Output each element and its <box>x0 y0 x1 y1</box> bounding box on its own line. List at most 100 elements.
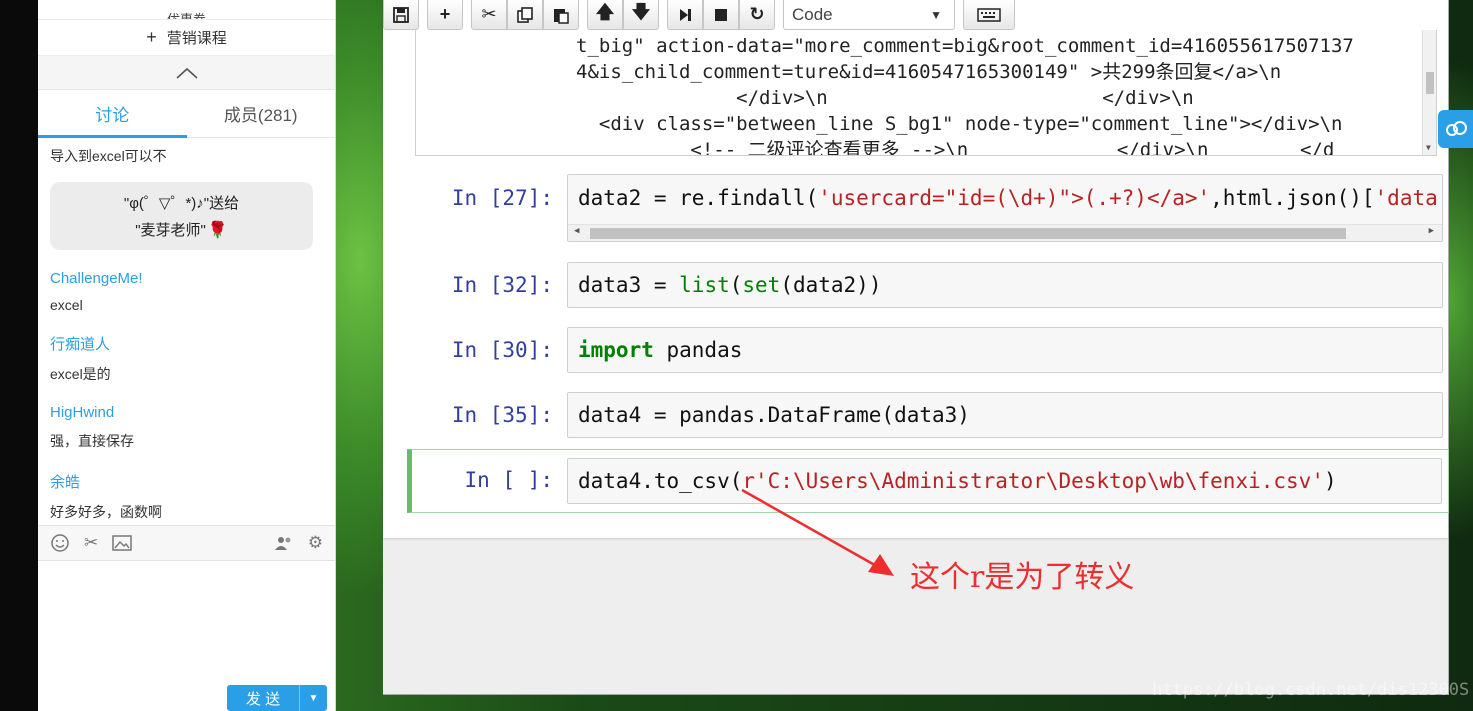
cell-input[interactable]: data3 = list(set(data2)) <box>567 262 1443 308</box>
tab-discussion[interactable]: 讨论 <box>38 90 187 138</box>
code-cell[interactable]: In [32]: data3 = list(set(data2)) <box>407 262 1449 310</box>
cell-prompt: In [27]: <box>451 186 553 210</box>
paste-icon <box>554 8 569 24</box>
move-group: 🡅 🡇 <box>587 0 659 30</box>
code-text: data4.to_csv( <box>578 469 743 493</box>
cut-button[interactable]: ✂ <box>471 0 507 30</box>
chat-input-toolbar: ✂ ⚙ <box>38 525 335 561</box>
send-button[interactable]: 发 送 <box>227 685 299 711</box>
code-text: ,html.json()[ <box>1210 186 1375 210</box>
gift-line-2: "麦芽老师" <box>135 222 206 239</box>
scroll-right-icon[interactable]: ▶ <box>1429 226 1434 236</box>
code-string: 'usercard="id=(\d+)">(.+?)</a>' <box>818 186 1211 210</box>
message-user[interactable]: 余皓 <box>50 471 323 492</box>
output-line: </div>\n </div>\n <box>576 87 1194 109</box>
edit-group: ✂ <box>471 0 579 30</box>
annotation-arrow <box>741 488 894 576</box>
send-options-dropdown[interactable]: ▼ <box>299 685 327 711</box>
scroll-down-icon[interactable]: ▼ <box>1426 143 1431 152</box>
chat-tabs: 讨论 成员(281) <box>38 90 335 138</box>
restart-button[interactable]: ↻ <box>739 0 775 30</box>
cell-input[interactable]: import pandas <box>567 327 1443 373</box>
cell-input[interactable]: data4.to_csv(r'C:\Users\Administrator\De… <box>567 458 1442 504</box>
notebook-toolbar: + ✂ 🡅 🡇 ↻ Code ▼ <box>383 0 1015 30</box>
gift-line-2-wrap: "麦芽老师" 🌹 <box>135 219 228 240</box>
gift-message: "φ(゜▽゜*)♪"送给 "麦芽老师" 🌹 <box>50 182 313 250</box>
output-line: 4&is_child_comment=ture&id=4160547165300… <box>576 61 1282 83</box>
message-body: 强，直接保存 <box>50 433 134 449</box>
scrollbar-thumb[interactable] <box>590 228 1346 239</box>
cell-prompt: In [32]: <box>451 273 553 297</box>
cell-output[interactable]: t_big" action-data="more_comment=big&roo… <box>415 30 1437 156</box>
message-body: excel是的 <box>50 366 111 382</box>
message-list[interactable]: 导入到excel可以不 "φ(゜▽゜*)♪"送给 "麦芽老师" 🌹 Challe… <box>38 138 335 522</box>
code-text: data4 = pandas.DataFrame(data3) <box>578 403 970 427</box>
notebook-content[interactable]: + ✂ 🡅 🡇 ↻ Code ▼ t_big" action-data="mor… <box>383 0 1449 538</box>
move-down-button[interactable]: 🡇 <box>623 0 659 30</box>
cloud-icon <box>1445 121 1467 136</box>
keyboard-icon <box>977 7 1001 22</box>
cell-input[interactable]: data4 = pandas.DataFrame(data3) <box>567 392 1443 438</box>
course-label: 营销课程 <box>166 30 227 47</box>
code-text: pandas <box>653 338 743 362</box>
collapse-toggle[interactable] <box>38 56 335 90</box>
members-icon[interactable] <box>274 534 294 552</box>
chevron-up-icon <box>175 67 198 79</box>
caret-down-icon: ▼ <box>930 7 942 22</box>
horizontal-scrollbar[interactable]: ◀ ▶ <box>568 224 1442 241</box>
code-cell-selected[interactable]: In [ ]: data4.to_csv(r'C:\Users\Administ… <box>407 449 1449 513</box>
chat-top-label: 优惠劵 <box>166 12 206 20</box>
copy-button[interactable] <box>507 0 543 30</box>
scrollbar-thumb[interactable] <box>1426 72 1434 94</box>
annotation-text: 这个r是为了转义 <box>910 560 1135 595</box>
scissors-icon[interactable]: ✂ <box>84 533 98 553</box>
cell-input[interactable]: data2 = re.findall('usercard="id=(\d+)">… <box>567 174 1443 242</box>
cell-prompt: In [30]: <box>451 338 553 362</box>
image-icon[interactable] <box>112 534 132 552</box>
code-text: data3 = <box>578 273 680 297</box>
save-icon <box>393 6 409 23</box>
code-keyword: import <box>578 338 654 362</box>
run-button[interactable] <box>667 0 703 30</box>
code-cell[interactable]: In [27]: data2 = re.findall('usercard="i… <box>407 174 1449 244</box>
message-text: 导入到excel可以不 <box>50 148 167 164</box>
cell-type-dropdown[interactable]: Code ▼ <box>783 0 955 30</box>
stop-icon <box>715 8 727 21</box>
tab-members[interactable]: 成员(281) <box>187 90 336 137</box>
message-user[interactable]: 行痴道人 <box>50 333 323 354</box>
gift-line-1: "φ(゜▽゜*)♪"送给 <box>123 195 240 212</box>
arrow-up-icon: 🡅 <box>595 1 615 22</box>
scissors-icon: ✂ <box>481 4 497 24</box>
scroll-left-icon[interactable]: ◀ <box>574 226 579 236</box>
arrow-down-icon: 🡇 <box>631 1 651 22</box>
output-line: <!-- 二级评论查看更多 -->\n </div>\n </d <box>576 139 1335 156</box>
step-forward-icon <box>680 8 691 21</box>
floating-widget-button[interactable] <box>1438 110 1473 148</box>
move-up-button[interactable]: 🡅 <box>587 0 623 30</box>
code-cell[interactable]: In [30]: import pandas <box>407 327 1449 375</box>
command-palette-button[interactable] <box>963 0 1015 30</box>
message-user[interactable]: HigHwind <box>50 404 323 421</box>
code-cell[interactable]: In [35]: data4 = pandas.DataFrame(data3) <box>407 392 1449 440</box>
emoji-icon[interactable] <box>50 533 70 553</box>
marketing-course-button[interactable]: + 营销课程 <box>38 20 335 56</box>
message-user[interactable]: ChallengeMe! <box>50 270 323 287</box>
cell-prompt: In [ ]: <box>464 468 553 492</box>
cell-prompt: In [35]: <box>451 403 553 427</box>
copy-icon <box>517 6 533 23</box>
screen-edge <box>0 0 38 711</box>
chat-top-item[interactable]: 优惠劵 <box>38 0 335 20</box>
interrupt-button[interactable] <box>703 0 739 30</box>
message-body: excel <box>50 297 83 313</box>
plus-icon: + <box>439 4 451 24</box>
run-group: ↻ <box>667 0 775 30</box>
settings-icon[interactable]: ⚙ <box>308 533 323 553</box>
output-line: t_big" action-data="more_comment=big&roo… <box>576 35 1354 57</box>
save-button[interactable] <box>383 0 419 30</box>
cell-type-value: Code <box>792 4 833 24</box>
output-scrollbar[interactable]: ▼ <box>1422 30 1436 155</box>
insert-cell-button[interactable]: + <box>427 0 463 30</box>
chat-panel: 优惠劵 + 营销课程 讨论 成员(281) 导入到excel可以不 "φ(゜▽゜… <box>38 0 336 711</box>
paste-button[interactable] <box>543 0 579 30</box>
watermark: https://blog.csdn.net/dis12300S <box>1152 680 1470 700</box>
